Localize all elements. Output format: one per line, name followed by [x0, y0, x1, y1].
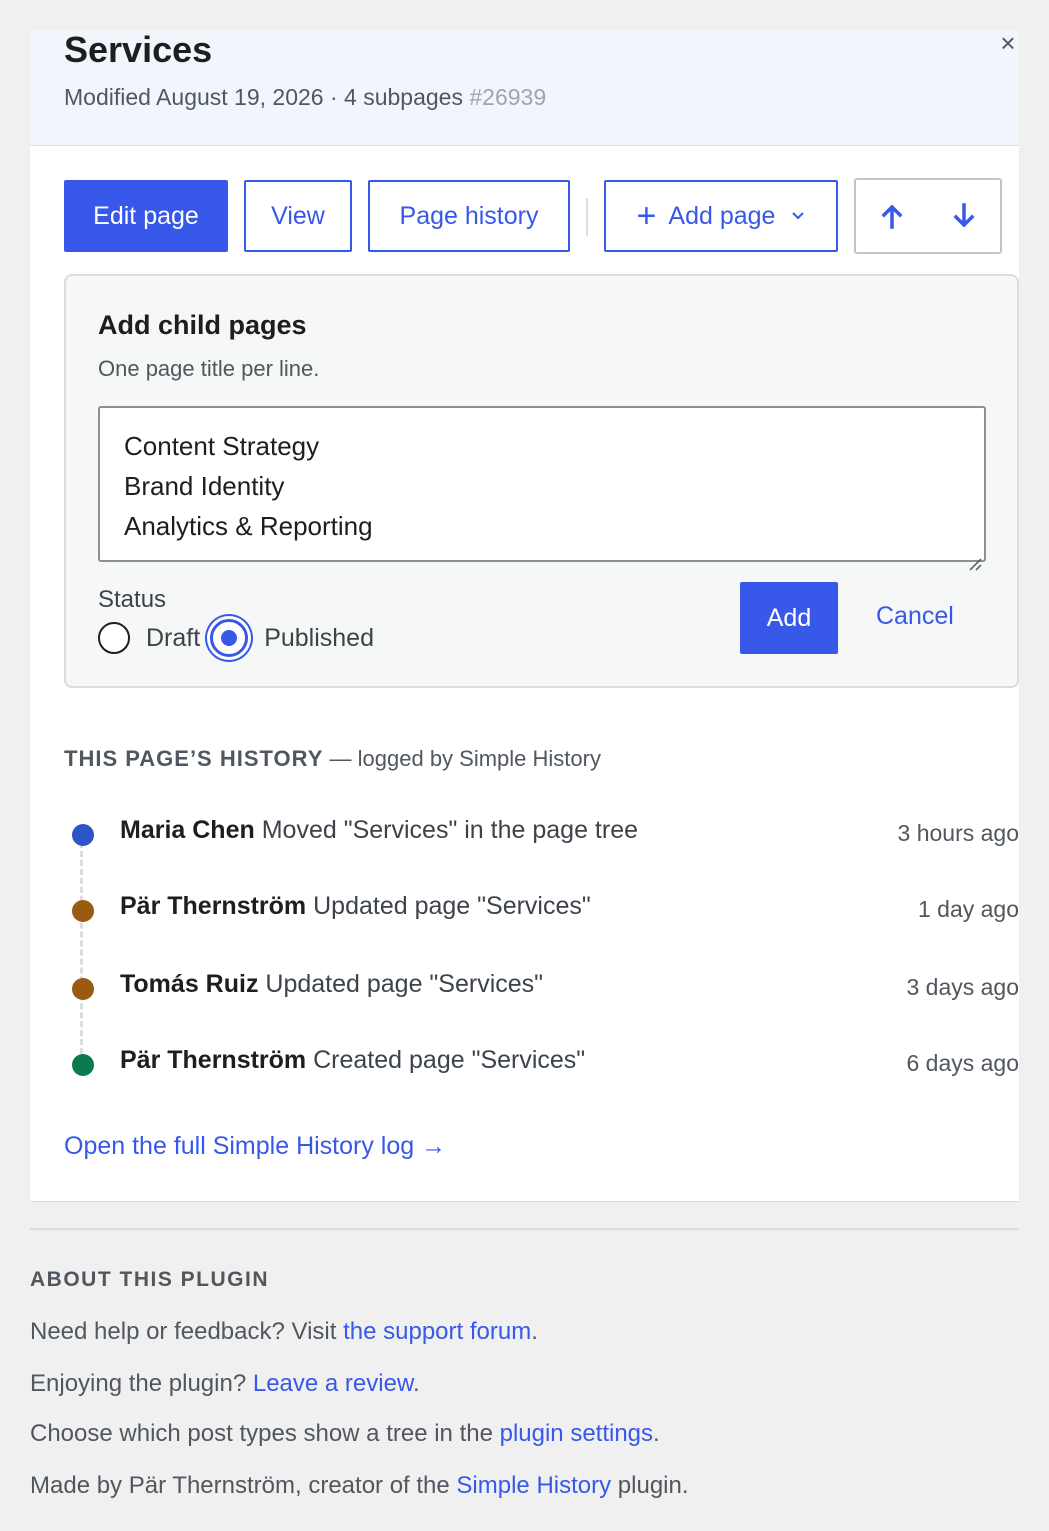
published-radio-label[interactable]: Published — [264, 624, 374, 653]
cancel-link[interactable]: Cancel — [876, 602, 954, 631]
move-down-icon[interactable] — [944, 196, 984, 236]
chevron-down-icon — [791, 211, 805, 221]
event-text: Tomás Ruiz Updated page "Services" — [120, 970, 543, 999]
page-history-button[interactable]: Page history — [368, 180, 570, 252]
move-up-icon[interactable] — [872, 196, 912, 236]
plus-icon: + — [636, 197, 657, 235]
close-icon[interactable]: × — [995, 30, 1021, 56]
toolbar-divider — [586, 198, 588, 236]
add-child-hint: One page title per line. — [98, 356, 320, 381]
about-review-line: Enjoying the plugin? Leave a review. — [30, 1370, 420, 1398]
about-text: . — [412, 1370, 420, 1397]
section-divider — [30, 1228, 1019, 1230]
reorder-buttons — [854, 178, 1002, 254]
event-text: Pär Thernström Updated page "Services" — [120, 892, 591, 921]
support-forum-link[interactable]: the support forum — [343, 1318, 531, 1345]
plugin-settings-link[interactable]: plugin settings — [500, 1420, 653, 1447]
modified-date: Modified August 19, 2026 — [64, 84, 324, 110]
page-title: Services — [64, 29, 213, 70]
about-text: Enjoying the plugin? — [30, 1370, 253, 1397]
status-label: Status — [98, 586, 167, 613]
event-action: Created page "Services" — [313, 1046, 586, 1074]
child-titles-textarea[interactable]: Content Strategy Brand Identity Analytic… — [98, 406, 986, 571]
simple-history-link[interactable]: Simple History — [456, 1472, 611, 1499]
textarea-line: Brand Identity — [124, 471, 285, 501]
page-meta: Modified August 19, 2026 · 4 subpages #2… — [64, 84, 546, 111]
page-id: #26939 — [469, 84, 547, 110]
leave-review-link[interactable]: Leave a review — [253, 1370, 413, 1397]
status-radio-group: Draft Published — [98, 616, 384, 660]
draft-radio-label[interactable]: Draft — [146, 624, 200, 653]
event-time: 3 hours ago — [897, 820, 1019, 846]
event-user: Pär Thernström — [120, 892, 307, 920]
event-dot — [72, 1054, 94, 1076]
published-radio[interactable] — [210, 619, 249, 657]
add-child-pages-card: Add child pages One page title per line.… — [64, 274, 1019, 688]
event-dot — [72, 978, 94, 1000]
full-log-link[interactable]: Open the full Simple History log → — [64, 1132, 446, 1161]
about-text: Choose which post types show a tree in t… — [30, 1420, 500, 1447]
event-time: 6 days ago — [906, 1050, 1019, 1076]
page-details-panel: Services Modified August 19, 2026 · 4 su… — [30, 29, 1021, 1202]
event-text: Maria Chen Moved "Services" in the page … — [120, 816, 638, 845]
timeline-connector — [80, 842, 83, 1072]
history-event[interactable]: Maria Chen Moved "Services" in the page … — [64, 816, 1019, 856]
event-time: 3 days ago — [906, 974, 1019, 1000]
event-text: Pär Thernström Created page "Services" — [120, 1046, 585, 1075]
about-text: . — [653, 1420, 660, 1447]
history-event[interactable]: Tomás Ruiz Updated page "Services" 3 day… — [64, 970, 1019, 1010]
event-time: 1 day ago — [917, 896, 1019, 922]
about-heading: ABOUT THIS PLUGIN — [30, 1268, 269, 1291]
about-support-line: Need help or feedback? Visit the support… — [30, 1318, 538, 1346]
about-text: Made by Pär Thernström, creator of the — [30, 1472, 457, 1499]
event-action: Updated page "Services" — [313, 892, 591, 920]
event-action: Updated page "Services" — [265, 970, 544, 998]
event-user: Tomás Ruiz — [120, 970, 259, 998]
event-user: Maria Chen — [120, 816, 255, 844]
history-event[interactable]: Pär Thernström Updated page "Services" 1… — [64, 892, 1019, 932]
history-event[interactable]: Pär Thernström Created page "Services" 6… — [64, 1046, 1019, 1086]
textarea-line: Analytics & Reporting — [124, 511, 373, 541]
panel-header: Services Modified August 19, 2026 · 4 su… — [30, 29, 1019, 146]
draft-radio[interactable] — [98, 622, 130, 654]
edit-page-button[interactable]: Edit page — [64, 180, 228, 252]
about-text: plugin. — [611, 1472, 689, 1499]
event-dot — [72, 900, 94, 922]
resize-handle-icon[interactable] — [966, 542, 982, 571]
textarea-line: Content Strategy — [124, 431, 320, 461]
add-child-title: Add child pages — [98, 310, 307, 340]
add-page-label: Add page — [668, 201, 776, 230]
about-text: Need help or feedback? Visit — [30, 1318, 344, 1345]
event-action: Moved "Services" in the page tree — [261, 816, 639, 844]
event-dot — [72, 824, 94, 846]
history-heading-sub: — logged by Simple History — [323, 746, 601, 771]
meta-separator: · — [329, 84, 338, 110]
add-button[interactable]: Add — [740, 582, 838, 654]
about-author-line: Made by Pär Thernström, creator of the S… — [30, 1472, 689, 1500]
history-heading: THIS PAGE’S HISTORY — logged by Simple H… — [64, 746, 601, 772]
about-settings-line: Choose which post types show a tree in t… — [30, 1420, 660, 1448]
about-text: . — [531, 1318, 538, 1345]
subpage-count: 4 subpages — [344, 84, 463, 110]
event-user: Pär Thernström — [120, 1046, 307, 1074]
history-heading-title: THIS PAGE’S HISTORY — [64, 746, 324, 771]
add-page-button[interactable]: + Add page — [604, 180, 838, 252]
view-button[interactable]: View — [244, 180, 352, 252]
